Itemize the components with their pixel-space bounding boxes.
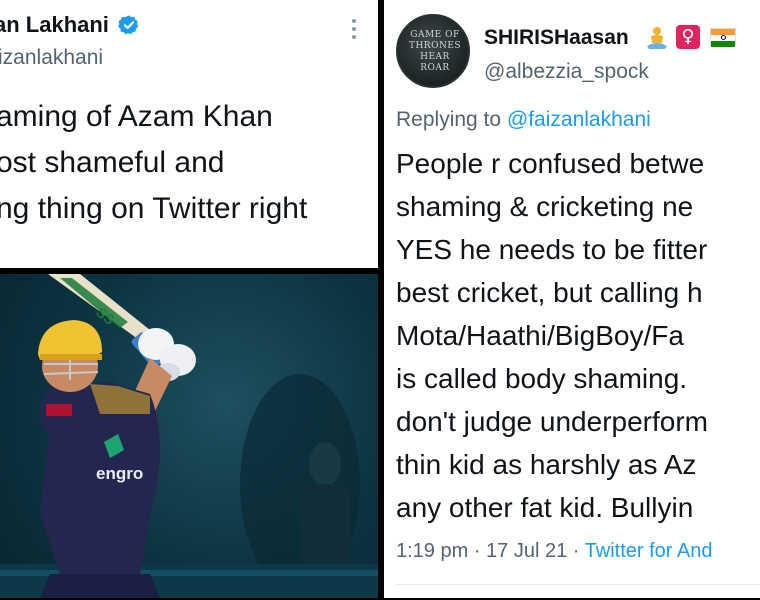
female-sign-emoji-icon: ♀: [676, 25, 700, 49]
more-options-icon[interactable]: [344, 16, 364, 42]
right-tweet-line: shaming & cricketing ne: [396, 191, 694, 222]
right-author-handle[interactable]: @albezzia_spock: [484, 60, 649, 84]
verified-badge-icon: [118, 15, 139, 35]
right-tweet-line: any other fat kid. Bullyin: [396, 492, 694, 523]
right-tweet-line: don't judge underperform: [396, 406, 708, 437]
left-tweet-line: aming of Azam Khan: [0, 100, 273, 133]
cricketer-illustration: SS engro: [0, 274, 378, 598]
replying-prefix: Replying to: [396, 108, 507, 131]
author-avatar[interactable]: GAME OF THRONES HEAR ROAR: [396, 14, 470, 88]
right-tweet-line: Mota/Haathi/BigBoy/Fa: [396, 320, 684, 351]
left-author-name[interactable]: an Lakhani: [0, 12, 109, 38]
left-tweet-header: an Lakhani izanlakhani: [0, 8, 378, 70]
replying-to-mention-link[interactable]: @faizanlakhani: [507, 108, 651, 131]
jersey-sponsor-text: engro: [96, 464, 143, 483]
avatar-logo-text: GAME OF THRONES HEAR ROAR: [408, 30, 462, 73]
left-tweet-line: ng thing on Twitter right: [0, 192, 308, 225]
india-flag-emoji-icon: [710, 28, 736, 47]
right-tweet-card: GAME OF THRONES HEAR ROAR SHIRISHaasan ♀…: [384, 0, 760, 598]
right-tweet-line: People r confused betwe: [396, 148, 705, 179]
tweet-time-link[interactable]: 1:19 pm: [396, 540, 468, 562]
left-tweet-card: an Lakhani izanlakhani aming of Azam Kha…: [0, 0, 378, 598]
left-tweet-text: aming of Azam Khan ost shameful and ng t…: [0, 94, 378, 232]
left-tweet-line: ost shameful and: [0, 146, 225, 179]
meta-separator: ·: [468, 540, 487, 562]
right-tweet-line: thin kid as harshly as Az: [396, 449, 697, 480]
tweet-photo-cricketer[interactable]: SS engro: [0, 274, 378, 598]
right-tweet-line: is called body shaming.: [396, 363, 688, 394]
tweet-source-link[interactable]: Twitter for And: [585, 540, 713, 562]
meta-separator: ·: [567, 540, 585, 562]
replying-to-line: Replying to @faizanlakhani: [396, 108, 651, 132]
right-tweet-line: best cricket, but calling h: [396, 277, 703, 308]
right-tweet-text: People r confused betwe shaming & cricke…: [396, 142, 760, 529]
tweet-date-link[interactable]: 17 Jul 21: [486, 540, 567, 562]
bottom-divider: [396, 584, 760, 585]
tweet-metadata: 1:19 pm · 17 Jul 21 · Twitter for And: [396, 540, 712, 563]
right-tweet-line: YES he needs to be fitter: [396, 234, 708, 265]
left-author-handle[interactable]: izanlakhani: [0, 46, 103, 70]
right-author-name[interactable]: SHIRISHaasan: [484, 26, 629, 50]
person-lotus-emoji-icon: [646, 26, 670, 50]
